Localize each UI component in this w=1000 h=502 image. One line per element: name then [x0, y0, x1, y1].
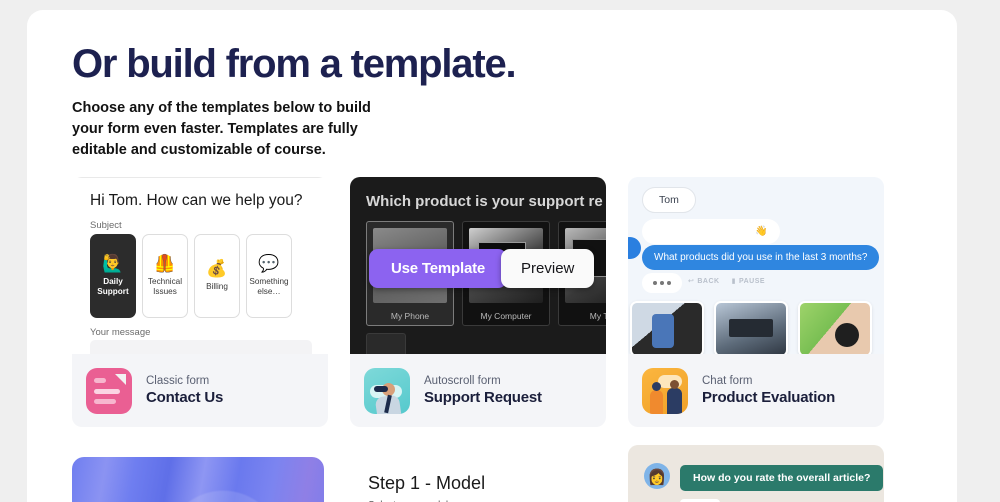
template-grid: Hi Tom. How can we help you? Subject 🙋‍♂… — [72, 177, 884, 502]
template-card-contact-us[interactable]: Hi Tom. How can we help you? Subject 🙋‍♂… — [72, 177, 328, 427]
autoscroll-form-icon — [364, 367, 410, 414]
money-bag-icon: 💰 — [206, 259, 228, 278]
template-name: Contact Us — [146, 389, 224, 406]
subject-option-billing[interactable]: 💰 Billing — [194, 234, 240, 318]
template-footer-product-evaluation: Chat form Product Evaluation — [628, 354, 884, 427]
subject-option-label: Technical Issues — [147, 277, 183, 296]
template-footer-support-request: Autoscroll form Support Request — [350, 354, 606, 427]
typing-indicator — [642, 273, 682, 293]
product-option-more[interactable] — [366, 333, 406, 354]
template-kind: Classic form — [146, 375, 210, 387]
template-card-product-evaluation[interactable]: Tom Nice to meet you Tom 👋 What products… — [628, 177, 884, 427]
product-photos — [630, 301, 872, 354]
pause-label: PAUSE — [738, 277, 766, 285]
subject-option-label: Daily Support — [97, 277, 129, 296]
pause-control[interactable]: ▮ PAUSE — [732, 277, 766, 286]
back-control[interactable]: ↩ BACK — [688, 277, 720, 286]
speech-balloon-icon: 💬 — [258, 254, 280, 273]
chat-bubble-greeting: Nice to meet you Tom 👋 — [642, 219, 780, 244]
product-option-label: My TV — [589, 311, 606, 321]
template-kind: Chat form — [702, 375, 753, 387]
template-actions: Use Template Preview — [369, 249, 595, 288]
template-preview-product-evaluation: Tom Nice to meet you Tom 👋 What products… — [628, 177, 884, 354]
subject-option-label: Billing — [206, 282, 228, 291]
template-card-support-request[interactable]: Which product is your support re My Phon… — [350, 177, 606, 427]
template-preview-support-request: Which product is your support re My Phon… — [350, 177, 606, 354]
wave-icon: 👋 — [752, 226, 768, 237]
chat-controls: ↩ BACK ▮ PAUSE — [688, 277, 766, 286]
safety-vest-icon: 🦺 — [154, 254, 176, 273]
preview-title: Hi Tom. How can we help you? — [90, 192, 303, 209]
smartwatch-photo[interactable] — [798, 301, 872, 354]
blue-purple-gradient-art — [72, 457, 324, 502]
message-label: Your message — [90, 327, 151, 338]
template-name: Product Evaluation — [702, 389, 836, 406]
name-input[interactable]: Tom — [642, 187, 696, 213]
template-kind: Autoscroll form — [424, 375, 501, 387]
phone-photo[interactable] — [630, 301, 704, 354]
chat-bubble-question: What products did you use in the last 3 … — [642, 245, 880, 270]
avatar — [644, 463, 670, 489]
subject-option-daily-support[interactable]: 🙋‍♂️ Daily Support — [90, 234, 136, 318]
use-template-button[interactable]: Use Template — [369, 249, 508, 288]
chat-name: Tom — [731, 226, 753, 237]
template-footer-contact-us: Classic form Contact Us — [72, 354, 328, 427]
raising-hand-icon: 🙋‍♂️ — [102, 254, 124, 273]
message-input[interactable] — [90, 340, 312, 354]
product-option-label: My Phone — [390, 311, 430, 321]
chat-bubble-rating: How do you rate the overall article? — [680, 465, 884, 491]
page-title: Or build from a template. — [72, 42, 517, 86]
subject-options: 🙋‍♂️ Daily Support 🦺 Technical Issues 💰 … — [90, 234, 292, 318]
template-card-article-rating[interactable]: How do you rate the overall article? — [628, 445, 884, 502]
template-preview-contact-us: Hi Tom. How can we help you? Subject 🙋‍♂… — [72, 177, 328, 354]
subject-option-something-else[interactable]: 💬 Something else… — [246, 234, 292, 318]
preview-question: Which product is your support re — [366, 193, 603, 210]
product-option-label: My Computer — [480, 311, 532, 321]
step-title: Step 1 - Model — [368, 473, 486, 493]
template-card-model-step[interactable]: Step 1 - Model Select your model. — [350, 445, 606, 502]
page-subtitle: Choose any of the templates below to bui… — [72, 100, 371, 158]
preview-button[interactable]: Preview — [501, 249, 595, 288]
classic-form-icon — [86, 367, 132, 414]
chat-text: Nice to meet you — [654, 226, 732, 237]
subject-option-label: Something else… — [249, 277, 289, 296]
page-root: Or build from a template. Choose any of … — [0, 0, 1000, 502]
template-name: Support Request — [424, 389, 542, 406]
back-label: BACK — [697, 277, 720, 285]
subject-option-technical-issues[interactable]: 🦺 Technical Issues — [142, 234, 188, 318]
chat-form-icon — [642, 367, 688, 414]
avatar — [628, 237, 641, 259]
subject-label: Subject — [90, 220, 122, 231]
car-interior-photo[interactable] — [714, 301, 788, 354]
template-card-gradient[interactable] — [72, 445, 328, 502]
